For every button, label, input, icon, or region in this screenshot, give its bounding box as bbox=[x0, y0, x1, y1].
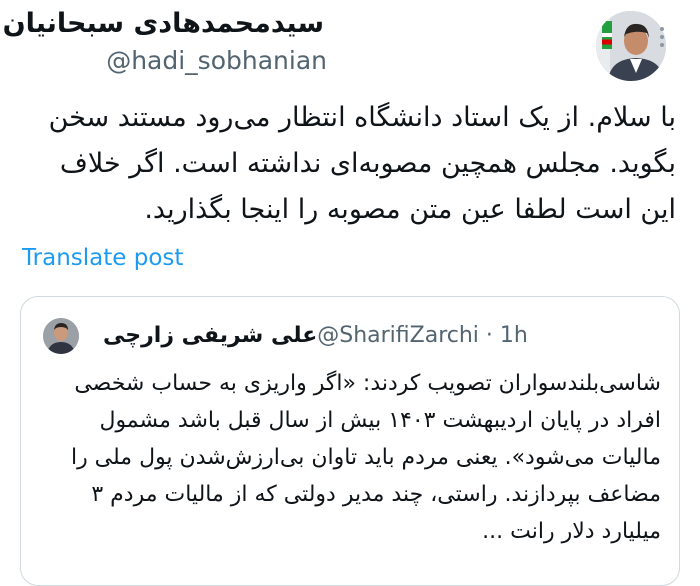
quoted-post-text: شاسی‌بلندسواران تصویب کردند: «اگر واریزی… bbox=[70, 371, 661, 544]
quoted-author-avatar[interactable] bbox=[43, 318, 79, 354]
quoted-post-header: علی شریفی زارچی @SharifiZarchi · 1h bbox=[91, 319, 528, 351]
quoted-post[interactable]: علی شریفی زارچی @SharifiZarchi · 1h شاسی… bbox=[20, 296, 680, 586]
quoted-author-name[interactable]: علی شریفی زارچی bbox=[103, 323, 317, 348]
translate-post-link[interactable]: Translate post bbox=[22, 245, 183, 271]
quoted-author-handle-time[interactable]: @SharifiZarchi · 1h bbox=[317, 323, 528, 348]
post-text: با سلام. از یک استاد دانشگاه انتظار می‌ر… bbox=[48, 102, 676, 225]
post-container: سیدمحمدهادی سبحانیان @hadi_sobhanian با … bbox=[0, 0, 700, 586]
more-vertical-icon[interactable] bbox=[650, 22, 674, 52]
author-display-name[interactable]: سیدمحمدهادی سبحانیان bbox=[3, 8, 324, 39]
quoted-avatar-image bbox=[43, 318, 79, 354]
author-handle[interactable]: @hadi_sobhanian bbox=[106, 46, 327, 75]
